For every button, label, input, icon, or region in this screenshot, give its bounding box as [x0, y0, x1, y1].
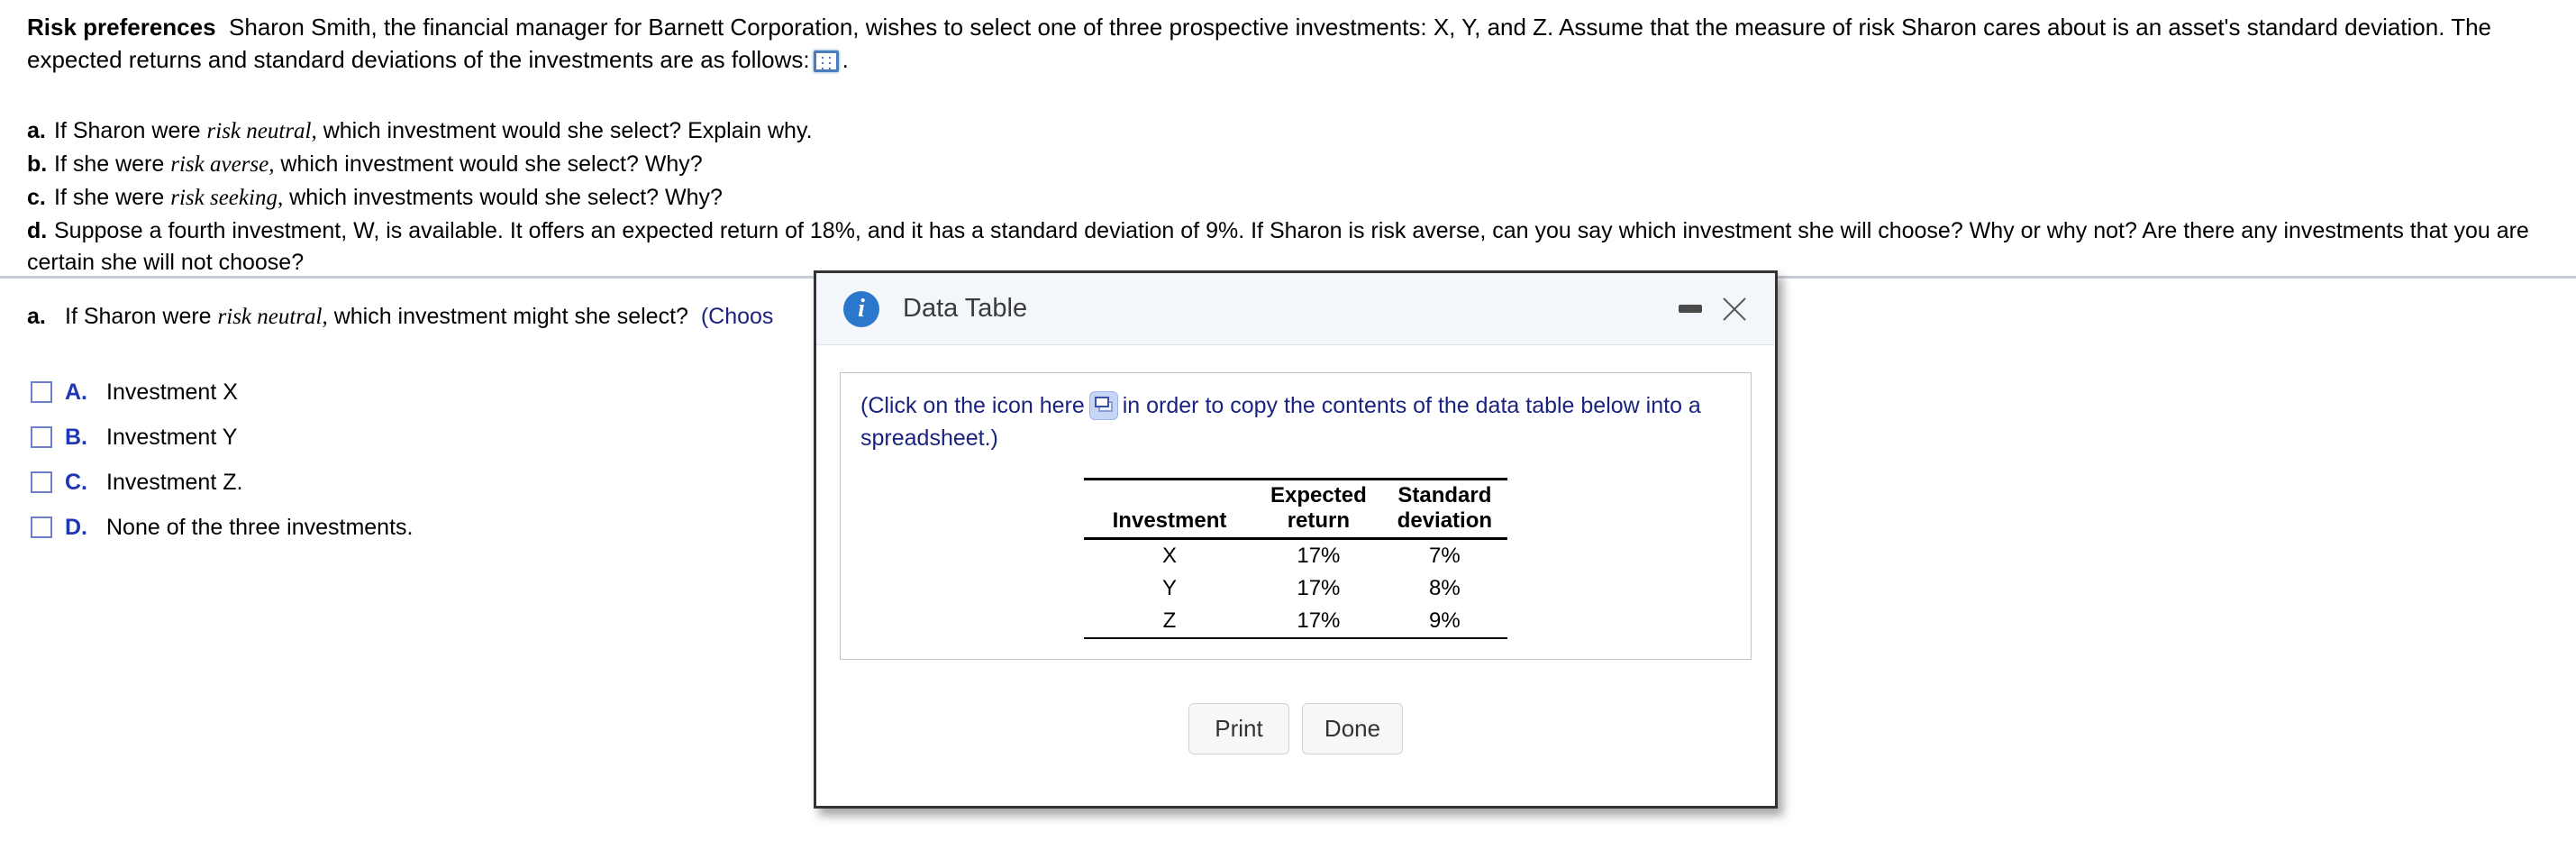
part-c-text-before: If she were — [54, 185, 171, 210]
cell-standard-deviation: 7% — [1429, 544, 1461, 568]
part-a-text-after: which investment would she select? Expla… — [316, 118, 813, 143]
dialog-title: Data Table — [903, 294, 1028, 323]
cell-standard-deviation: 9% — [1429, 608, 1461, 633]
dialog-header: i Data Table — [816, 273, 1775, 345]
part-a-letter: a. — [27, 118, 46, 143]
part-c-emphasis: risk seeking, — [170, 186, 284, 210]
dialog-body: (Click on the icon here in order to copy … — [816, 345, 1775, 754]
choice-b-text: Investment Y — [106, 424, 238, 450]
problem-title: Risk preferences — [27, 14, 216, 41]
cell-expected-return: 17% — [1297, 608, 1341, 633]
instruction-box: (Click on the icon here in order to copy … — [840, 372, 1752, 660]
cell-investment: Z — [1162, 608, 1177, 633]
col-header-standard-deviation: Standard deviation — [1381, 478, 1507, 537]
part-c-letter: c. — [27, 185, 46, 210]
choice-c[interactable]: C. Investment Z. — [31, 460, 413, 505]
table-bottom-rule — [1084, 637, 1507, 640]
choice-d-letter: D. — [65, 514, 87, 540]
sub-question: a. If Sharon were risk neutral, which inv… — [27, 302, 773, 332]
part-a: a. If Sharon were risk neutral, which inv… — [27, 115, 2550, 147]
checkbox-b[interactable] — [31, 426, 52, 448]
col-header-expected-return-line1: Expected — [1270, 483, 1367, 507]
answer-choices: A. Investment X B. Investment Y C. Inves… — [31, 370, 413, 550]
col-header-investment-line1: Investment — [1112, 508, 1227, 533]
part-a-emphasis: risk neutral, — [206, 119, 317, 143]
part-b-text-before: If she were — [54, 151, 171, 177]
choice-a[interactable]: A. Investment X — [31, 370, 413, 415]
cell-standard-deviation: 8% — [1429, 576, 1461, 600]
part-c: c. If she were risk seeking, which invest… — [27, 182, 2550, 214]
problem-parts: a. If Sharon were risk neutral, which inv… — [27, 115, 2550, 279]
part-c-text-after: which investments would she select? Why? — [283, 185, 723, 210]
close-button[interactable] — [1712, 288, 1755, 331]
checkbox-c[interactable] — [31, 471, 52, 493]
data-table-foot — [1084, 637, 1507, 640]
choice-c-letter: C. — [65, 469, 87, 495]
data-table: Investment Expected return Standard devi… — [1084, 478, 1507, 640]
sub-question-emphasis: risk neutral, — [217, 305, 328, 329]
cell-investment: X — [1161, 544, 1177, 568]
data-table-head: Investment Expected return Standard devi… — [1084, 478, 1507, 537]
spreadsheet-icon[interactable] — [813, 50, 839, 72]
table-row: Y 17% 8% — [1084, 572, 1507, 605]
part-d-letter: d. — [27, 218, 48, 243]
col-header-standard-deviation-line1: Standard — [1397, 483, 1492, 507]
info-icon: i — [843, 290, 879, 327]
problem-stem: Risk preferences Sharon Smith, the finan… — [27, 11, 2550, 76]
part-b-text-after: which investment would she select? Why? — [274, 151, 703, 177]
bottom-rule-cell-1 — [1084, 637, 1255, 640]
print-button[interactable]: Print — [1188, 703, 1289, 754]
data-table-dialog: i Data Table (Click on the icon here in o… — [814, 270, 1778, 809]
problem-stem-period: . — [842, 46, 849, 73]
part-b-emphasis: risk averse, — [170, 152, 275, 177]
sub-question-text-before: If Sharon were — [65, 304, 218, 329]
minimize-button[interactable] — [1669, 288, 1712, 331]
data-table-body: X 17% 7% Y 17% 8% Z 17% 9% — [1084, 536, 1507, 638]
problem-stem-text: Sharon Smith, the financial manager for … — [27, 14, 2492, 73]
data-table-header-row: Investment Expected return Standard devi… — [1084, 478, 1507, 537]
instruction-text-before: (Click on the icon here — [860, 393, 1085, 418]
cell-investment: Y — [1161, 576, 1177, 600]
dialog-footer: Print Done — [840, 703, 1752, 754]
checkbox-a[interactable] — [31, 381, 52, 403]
worksheet-page: Risk preferences Sharon Smith, the finan… — [0, 0, 2576, 841]
checkbox-d[interactable] — [31, 516, 52, 538]
table-row: X 17% 7% — [1084, 539, 1507, 573]
cell-expected-return: 17% — [1297, 576, 1341, 600]
copy-icon[interactable] — [1088, 391, 1118, 420]
choice-b[interactable]: B. Investment Y — [31, 415, 413, 460]
part-a-text-before: If Sharon were — [54, 118, 207, 143]
col-header-standard-deviation-line2: deviation — [1397, 508, 1493, 533]
choice-c-text: Investment Z. — [106, 469, 243, 495]
choice-b-letter: B. — [65, 424, 87, 450]
close-icon — [1718, 294, 1749, 325]
choice-d[interactable]: D. None of the three investments. — [31, 505, 413, 550]
col-header-expected-return: Expected return — [1255, 478, 1382, 537]
col-header-expected-return-line2: return — [1287, 508, 1351, 533]
sub-question-letter: a. — [27, 304, 46, 329]
bottom-rule-cell-2 — [1255, 637, 1382, 640]
part-b-letter: b. — [27, 151, 48, 177]
sub-question-hint: (Choos — [700, 304, 774, 329]
minimize-icon — [1679, 305, 1702, 313]
part-b: b. If she were risk averse, which investm… — [27, 149, 2550, 180]
choice-a-letter: A. — [65, 379, 87, 405]
cell-expected-return: 17% — [1297, 544, 1341, 568]
part-d: d. Suppose a fourth investment, W, is ava… — [27, 215, 2550, 279]
col-header-investment: Investment — [1084, 478, 1255, 537]
sub-question-text-after: which investment might she select? — [327, 304, 688, 329]
part-d-text: Suppose a fourth investment, W, is avail… — [27, 218, 2529, 275]
instruction-text: (Click on the icon here in order to copy … — [860, 389, 1731, 454]
done-button[interactable]: Done — [1302, 703, 1403, 754]
choice-a-text: Investment X — [106, 379, 238, 405]
problem-statement: Risk preferences Sharon Smith, the finan… — [27, 11, 2550, 76]
bottom-rule-cell-3 — [1381, 637, 1507, 640]
choice-d-text: None of the three investments. — [106, 514, 414, 540]
table-row: Z 17% 9% — [1084, 605, 1507, 638]
